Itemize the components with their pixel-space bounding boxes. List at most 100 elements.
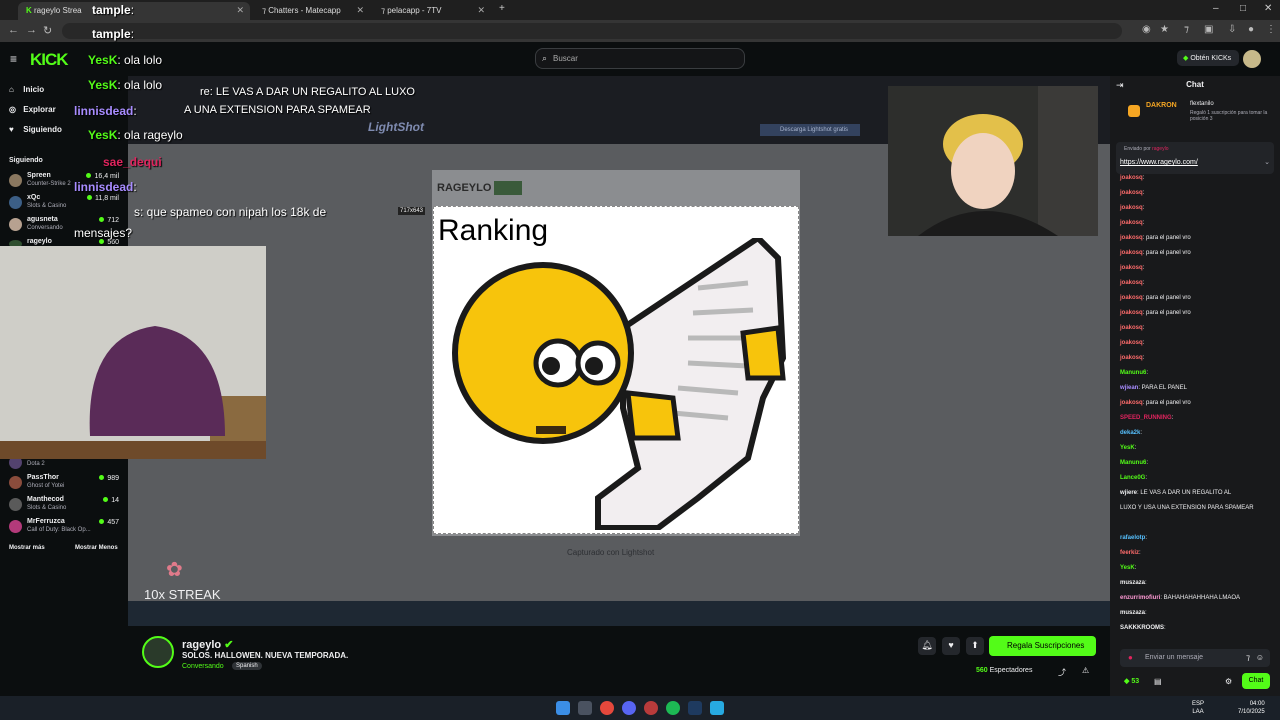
profile-icon[interactable]: ● <box>1248 24 1254 35</box>
chat-username[interactable]: joakosq <box>1120 325 1143 331</box>
puzzle-icon[interactable]: ▣ <box>1204 24 1213 35</box>
chat-username[interactable]: YesK <box>1120 565 1135 571</box>
system-clock[interactable]: 04:00 7/10/2025 <box>1238 700 1265 716</box>
keyboard-language[interactable]: ESP LAA <box>1192 700 1204 716</box>
close-icon[interactable]: ✕ <box>356 5 364 16</box>
chat-message: joakosq: <box>1120 355 1144 361</box>
language-badge[interactable]: Spanish <box>232 662 262 670</box>
share-icon[interactable]: ⤴ <box>1058 667 1066 678</box>
following-item-passthor[interactable]: PassThor Ghost of Yotei 989 <box>9 474 127 496</box>
channel-name[interactable]: rageylo ✔ <box>182 638 233 651</box>
chat-username[interactable]: Lance0G <box>1120 475 1145 481</box>
chat-input[interactable]: ● Enviar un mensaje ⁊ ☺ <box>1120 649 1270 667</box>
chevron-down-icon[interactable]: ⌄ <box>1264 158 1270 166</box>
chat-username[interactable]: enzurrimofiuri <box>1120 595 1160 601</box>
bell-icon[interactable]: 🔔︎ <box>918 637 936 655</box>
minimize-icon[interactable]: – <box>1213 3 1219 14</box>
chat-username[interactable]: muszaza <box>1120 580 1145 586</box>
download-icon[interactable]: ⇩ <box>1228 24 1236 35</box>
explorer-icon[interactable] <box>578 701 592 715</box>
eye-icon[interactable]: ◉ <box>1142 24 1151 35</box>
chat-username[interactable]: joakosq <box>1120 220 1143 226</box>
extension-icon[interactable]: ⁊ <box>1184 24 1189 35</box>
pinned-message[interactable]: Enviado por rageylo https://www.rageylo.… <box>1116 142 1274 174</box>
tab-matecapp[interactable]: ⁊ Chatters - Matecapp ✕ <box>254 2 370 20</box>
chat-username[interactable]: joakosq <box>1120 340 1143 346</box>
store-icon[interactable]: ▤ <box>1154 677 1162 686</box>
collapse-chat-icon[interactable]: ⇥ <box>1116 80 1124 91</box>
chat-username[interactable]: SPEED_RUNNING <box>1120 415 1172 421</box>
chat-username[interactable]: joakosq <box>1120 235 1143 241</box>
hamburger-menu-icon[interactable]: ≡ <box>10 52 17 66</box>
chat-username[interactable]: wjiere <box>1120 490 1137 496</box>
settings-gear-icon[interactable]: ⚙ <box>1225 677 1232 686</box>
chat-username[interactable]: joakosq <box>1120 355 1143 361</box>
chat-username[interactable]: SAKKKROOMS <box>1120 625 1164 631</box>
chat-username[interactable]: joakosq <box>1120 250 1143 256</box>
streak-label: ✿ 10x STREAK <box>144 559 221 602</box>
menu-dots-icon[interactable]: ⋮ <box>1266 24 1276 35</box>
following-item-manthecod[interactable]: Manthecod Slots & Casino 14 <box>9 496 127 518</box>
chat-username[interactable]: Manunu6 <box>1120 460 1146 466</box>
chat-username[interactable]: joakosq <box>1120 280 1143 286</box>
spotify-icon[interactable] <box>666 701 680 715</box>
kick-logo[interactable]: KICK <box>30 50 69 70</box>
files-icon[interactable] <box>710 701 724 715</box>
emoji-icon[interactable]: ☺ <box>1256 653 1264 662</box>
following-item-mrferruzca[interactable]: MrFerruzca Call of Duty: Black Op... 457 <box>9 518 127 540</box>
search-icon: ⌕ <box>542 53 548 63</box>
gift-icon[interactable]: ⬆ <box>966 637 984 655</box>
chat-username[interactable]: joakosq <box>1120 310 1143 316</box>
stream-category[interactable]: Conversando <box>182 663 224 670</box>
channel-avatar[interactable] <box>142 636 174 668</box>
discord-icon[interactable] <box>622 701 636 715</box>
chat-username[interactable]: joakosq <box>1120 190 1143 196</box>
chat-username[interactable]: Manunu6 <box>1120 370 1146 376</box>
get-kicks-button[interactable]: ◆ Obtén KICKs <box>1177 50 1239 66</box>
chat-message: joakosq: <box>1120 175 1144 181</box>
chat-username[interactable]: joakosq <box>1120 400 1143 406</box>
steam-icon[interactable] <box>688 701 702 715</box>
following-item-xqc[interactable]: xQc Slots & Casino 11,8 mil <box>9 194 127 216</box>
nav-siguiendo[interactable]: ♥ Siguiendo <box>9 125 62 134</box>
follow-heart-icon[interactable]: ♥ <box>942 637 960 655</box>
chrome-icon[interactable] <box>600 701 614 715</box>
pinned-link[interactable]: https://www.rageylo.com/ <box>1120 159 1198 166</box>
chat-send-button[interactable]: Chat <box>1242 673 1270 689</box>
close-icon[interactable]: ✕ <box>236 5 244 16</box>
nav-inicio[interactable]: ⌂ Inicio <box>9 85 44 94</box>
chat-username[interactable]: feerkiz <box>1120 550 1139 556</box>
bookmark-star-icon[interactable]: ★ <box>1160 24 1169 35</box>
chat-username[interactable]: joakosq <box>1120 175 1143 181</box>
reload-icon[interactable]: ↻ <box>43 24 52 37</box>
chat-username[interactable]: wjiean <box>1120 385 1138 391</box>
back-icon[interactable]: ← <box>8 24 19 36</box>
start-windows-icon[interactable] <box>556 701 570 715</box>
chat-username[interactable]: joakosq <box>1120 295 1143 301</box>
overlay-text: mensajes? <box>74 226 133 240</box>
forward-icon[interactable]: → <box>26 24 37 36</box>
following-item-dota[interactable]: Dota 2 <box>9 456 127 470</box>
chat-username[interactable]: joakosq <box>1120 265 1143 271</box>
chat-username[interactable]: deka2k <box>1120 430 1140 436</box>
user-avatar[interactable] <box>1243 50 1261 68</box>
close-icon[interactable]: ✕ <box>477 5 485 16</box>
show-less-link[interactable]: Mostrar Menos <box>75 545 118 551</box>
report-icon[interactable]: ⚠ <box>1082 666 1089 675</box>
maximize-icon[interactable]: □ <box>1240 3 1246 14</box>
app-icon[interactable] <box>644 701 658 715</box>
gift-subscriptions-button[interactable]: Regala Suscripciones <box>989 636 1096 656</box>
kicks-shortcut-icon[interactable]: ⁊ <box>1246 653 1250 662</box>
chat-username[interactable]: muszaza <box>1120 610 1145 616</box>
new-tab-icon[interactable]: + <box>499 3 505 14</box>
nav-explorar[interactable]: ◎ Explorar <box>9 105 56 114</box>
chat-username[interactable]: YesK <box>1120 445 1135 451</box>
tab-7tv[interactable]: ⁊ pelacapp - 7TV ✕ <box>373 2 491 20</box>
search-input[interactable]: ⌕ Buscar <box>535 48 745 69</box>
chat-username[interactable]: joakosq <box>1120 205 1143 211</box>
url-field[interactable] <box>62 23 1122 39</box>
show-more-link[interactable]: Mostrar más <box>9 545 45 551</box>
chat-username[interactable]: rafaelotp <box>1120 535 1145 541</box>
kicks-balance[interactable]: ◆ 53 <box>1124 677 1139 685</box>
window-close-icon[interactable]: ✕ <box>1264 3 1272 14</box>
